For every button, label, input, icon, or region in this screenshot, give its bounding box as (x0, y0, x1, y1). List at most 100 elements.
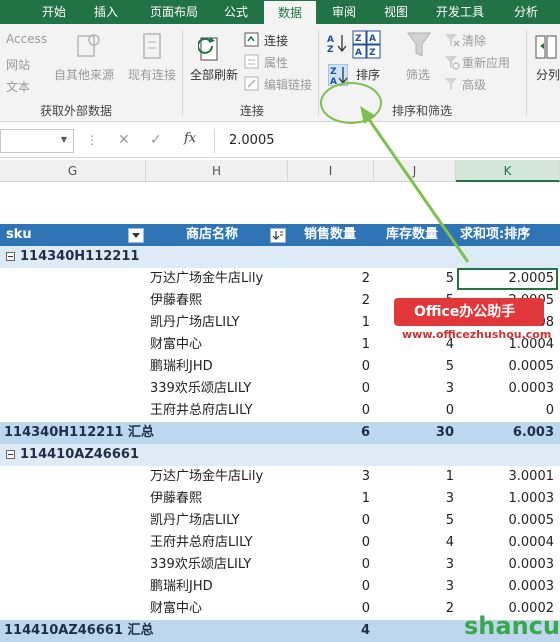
clear-button[interactable]: 清除 (462, 32, 486, 49)
stock-qty-cell[interactable]: 5 (374, 356, 454, 378)
sales-qty-cell[interactable]: 0 (288, 378, 370, 400)
collapse-group-icon[interactable] (6, 246, 19, 268)
group-row[interactable]: 114340H112211 (0, 246, 560, 268)
sales-qty-cell[interactable]: 1 (288, 312, 370, 334)
cancel-icon[interactable]: ✕ (118, 132, 130, 148)
sales-qty-cell[interactable]: 0 (288, 510, 370, 532)
sales-qty-cell[interactable]: 0 (288, 356, 370, 378)
column-header-g[interactable]: G (0, 160, 146, 182)
sum-sort-cell[interactable]: 1.0003 (456, 488, 555, 510)
stock-qty-cell[interactable]: 0 (374, 400, 454, 422)
sum-sort-cell[interactable]: 0.0003 (456, 378, 555, 400)
total-sales: 6 (360, 425, 370, 440)
store-name-cell[interactable]: 鹏瑞利JHD (150, 576, 286, 598)
refresh-all-button[interactable]: 全部刷新 (190, 66, 238, 83)
column-header-i[interactable]: I (288, 160, 374, 182)
name-box[interactable]: ▼ (0, 129, 74, 153)
from-access-button[interactable]: Access (6, 32, 47, 46)
store-name-cell[interactable]: 339欢乐颂店LILY (150, 378, 286, 400)
sum-sort-cell[interactable]: 0 (456, 400, 554, 422)
active-cell-selection[interactable] (457, 268, 558, 290)
tab-home[interactable]: 开始 (30, 0, 78, 24)
store-name-cell[interactable]: 万达广场金牛店Lily (150, 466, 286, 488)
tab-developer[interactable]: 开发工具 (424, 0, 496, 24)
properties-button[interactable]: 属性 (264, 54, 288, 71)
from-text-button[interactable]: 文本 (6, 78, 30, 95)
sort-ascending-icon[interactable]: A Z (326, 32, 348, 54)
sales-qty-cell[interactable]: 0 (288, 576, 370, 598)
store-name-cell[interactable]: 王府井总府店LILY (150, 400, 286, 422)
edit-links-button[interactable]: 编辑链接 (264, 76, 312, 93)
stock-qty-cell[interactable]: 5 (374, 510, 454, 532)
store-name-cell[interactable]: 财富中心 (150, 598, 286, 620)
sum-sort-cell[interactable]: 0.0003 (456, 576, 555, 598)
store-name-cell[interactable]: 凯丹广场店LILY (150, 510, 286, 532)
tab-review[interactable]: 审阅 (320, 0, 368, 24)
sales-qty-cell[interactable]: 2 (288, 268, 370, 290)
insert-function-icon[interactable]: fx (184, 131, 196, 146)
tab-insert[interactable]: 插入 (82, 0, 130, 24)
stock-qty-cell[interactable]: 2 (374, 598, 454, 620)
from-web-button[interactable]: 网站 (6, 56, 30, 73)
collapse-group-icon[interactable] (6, 444, 19, 466)
text-to-columns-button[interactable]: 分列 (536, 66, 560, 83)
sales-qty-cell[interactable]: 1 (288, 488, 370, 510)
tab-view[interactable]: 视图 (372, 0, 420, 24)
tab-data[interactable]: 数据 (264, 1, 316, 25)
sum-sort-cell[interactable]: 3.0001 (456, 466, 555, 488)
tab-formulas[interactable]: 公式 (212, 0, 260, 24)
filter-button[interactable]: 筛选 (406, 66, 430, 83)
store-sort-dropdown-icon[interactable] (270, 228, 286, 243)
sales-qty-cell[interactable]: 0 (288, 554, 370, 576)
sales-qty-cell[interactable]: 1 (288, 334, 370, 356)
stock-qty-cell[interactable]: 3 (374, 554, 454, 576)
stock-qty-cell[interactable]: 3 (374, 488, 454, 510)
store-name-cell[interactable]: 339欢乐颂店LILY (150, 554, 286, 576)
tab-analyze[interactable]: 分析 (502, 0, 550, 24)
stock-qty-cell[interactable]: 3 (374, 576, 454, 598)
connections-button[interactable]: 连接 (264, 32, 288, 49)
group-row[interactable]: 114410AZ46661 (0, 444, 560, 466)
pivot-table: sku 商店名称 销售数量 库存数量 求和项:排序 114340H112211 … (0, 182, 560, 642)
sales-qty-cell[interactable]: 0 (288, 532, 370, 554)
store-name-cell[interactable]: 万达广场金牛店Lily (150, 268, 286, 290)
sum-sort-cell[interactable]: 0.0003 (456, 554, 555, 576)
edit-links-icon (244, 76, 259, 91)
sort-dialog-icon[interactable]: Z A A Z (352, 30, 382, 60)
sum-sort-cell[interactable]: 0.0004 (456, 532, 555, 554)
sales-qty-cell[interactable]: 0 (288, 598, 370, 620)
advanced-button[interactable]: 高级 (462, 76, 486, 93)
column-header-k[interactable]: K (456, 160, 560, 182)
reapply-button[interactable]: 重新应用 (462, 54, 510, 71)
enter-icon[interactable]: ✓ (150, 132, 162, 148)
column-header-h[interactable]: H (146, 160, 288, 182)
store-name-cell[interactable]: 财富中心 (150, 334, 286, 356)
sort-highlight-circle (320, 82, 382, 124)
sku-filter-dropdown-icon[interactable] (128, 228, 144, 243)
name-box-dropdown-icon[interactable]: ▼ (61, 135, 67, 144)
sum-sort-cell[interactable]: 0.0005 (456, 356, 555, 378)
group-separator (526, 30, 527, 116)
store-name-cell[interactable]: 伊藤春熙 (150, 488, 286, 510)
sales-qty-cell[interactable]: 2 (288, 290, 370, 312)
store-name-cell[interactable]: 王府井总府店LILY (150, 532, 286, 554)
existing-connections-button[interactable]: 现有连接 (128, 66, 176, 83)
sum-sort-cell[interactable]: 0.0005 (456, 510, 555, 532)
stock-qty-cell[interactable]: 1 (374, 466, 454, 488)
header-sum-sort: 求和项:排序 (460, 227, 531, 242)
formula-bar: ▼ ⋮ ✕ ✓ fx 2.0005 (0, 124, 560, 158)
other-sources-button[interactable]: 自其他来源 (54, 66, 114, 83)
stock-qty-cell[interactable]: 5 (374, 268, 454, 290)
sales-qty-cell[interactable]: 3 (288, 466, 370, 488)
column-header-j[interactable]: J (374, 160, 456, 182)
store-name-cell[interactable]: 凯丹广场店LILY (150, 312, 286, 334)
stock-qty-cell[interactable]: 3 (374, 378, 454, 400)
store-name-cell[interactable]: 鹏瑞利JHD (150, 356, 286, 378)
sales-qty-cell[interactable]: 0 (288, 400, 370, 422)
sort-button[interactable]: 排序 (356, 66, 380, 83)
tab-page-layout[interactable]: 页面布局 (138, 0, 210, 24)
store-name-cell[interactable]: 伊藤春熙 (150, 290, 286, 312)
formula-input[interactable]: 2.0005 (214, 129, 560, 153)
pivot-data-row: 339欢乐颂店LILY 0 3 0.0003 (0, 378, 560, 400)
stock-qty-cell[interactable]: 4 (374, 532, 454, 554)
